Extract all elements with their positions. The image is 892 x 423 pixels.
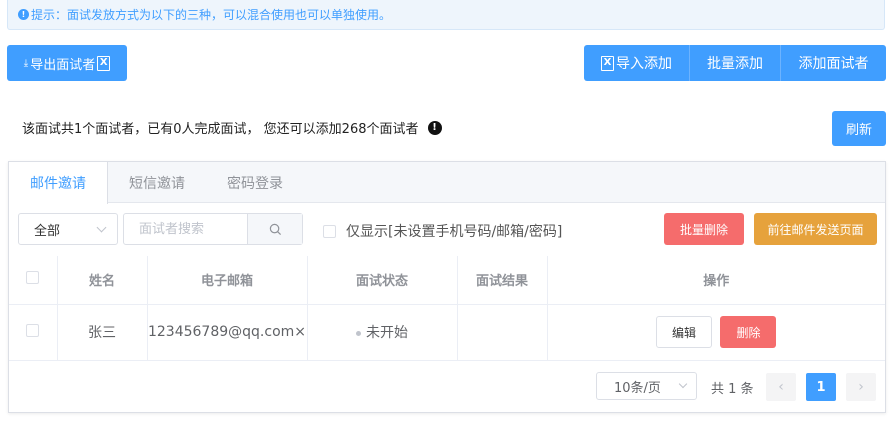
email-text: 123456789@qq.com — [147, 324, 295, 340]
total-count: 共 1 条 — [711, 382, 754, 397]
only-unset-filter[interactable]: 仅显示[未设置手机号码/邮箱/密码] — [323, 221, 562, 241]
delete-button[interactable]: 删除 — [720, 316, 777, 348]
exclamation-icon[interactable]: ! — [427, 120, 442, 135]
search-icon — [269, 223, 281, 235]
header-actions: 操作 — [547, 256, 885, 305]
info-icon: ! — [18, 9, 29, 20]
tip-text: 提示：面试发放方式为以下的三种，可以混合使用也可以单独使用。 — [31, 8, 392, 22]
batch-delete-button[interactable]: 批量删除 — [664, 213, 744, 245]
only-unset-label: 仅显示[未设置手机号码/邮箱/密码] — [346, 224, 563, 240]
page-size-value: 10条/页 — [614, 380, 661, 396]
tab-password-login[interactable]: 密码登录 — [206, 162, 304, 203]
header-status: 面试状态 — [307, 256, 458, 305]
page-size-select[interactable]: 10条/页 — [596, 372, 697, 400]
header-email: 电子邮箱 — [147, 256, 308, 305]
prev-page-button[interactable]: ‹ — [766, 373, 796, 401]
download-icon: ⤓ — [23, 57, 29, 69]
select-all-checkbox[interactable] — [26, 271, 40, 285]
import-button[interactable]: X 导入添加 — [584, 45, 690, 81]
chevron-down-icon — [96, 222, 107, 233]
status-select[interactable]: 全部 — [18, 213, 118, 245]
cell-result — [457, 304, 548, 361]
add-candidate-button[interactable]: 添加面试者 — [781, 45, 886, 81]
status-dot — [356, 330, 361, 336]
cell-name: 张三 — [57, 304, 148, 361]
row-select-cell — [9, 304, 58, 361]
chevron-down-icon — [678, 379, 688, 389]
cell-email: 123456789@qq.com× — [147, 304, 308, 361]
header-result: 面试结果 — [457, 256, 548, 305]
export-label: 导出面试者 — [30, 57, 96, 73]
tip-banner: ! 提示：面试发放方式为以下的三种，可以混合使用也可以单独使用。 — [7, 0, 885, 30]
tab-email-invite[interactable]: 邮件邀请 — [9, 162, 108, 204]
page-number-current[interactable]: 1 — [806, 373, 836, 401]
tab-bar: 邮件邀请 短信邀请 密码登录 — [9, 162, 885, 204]
excel-icon: X — [97, 55, 111, 71]
status-text: 未开始 — [366, 325, 408, 341]
search-input[interactable] — [124, 214, 247, 244]
add-button-group: X 导入添加 批量添加 添加面试者 — [584, 45, 886, 81]
batch-add-button[interactable]: 批量添加 — [690, 45, 781, 81]
row-checkbox[interactable] — [26, 323, 40, 337]
table-header-row: 姓名 电子邮箱 面试状态 面试结果 操作 — [9, 256, 885, 305]
chevron-right-icon: › — [858, 379, 864, 395]
cell-status: 未开始 — [307, 304, 458, 361]
search-button[interactable] — [247, 214, 302, 244]
search-box — [123, 213, 303, 245]
edit-button[interactable]: 编辑 — [656, 316, 713, 348]
summary: 该面试共1个面试者，已有0人完成面试， 您还可以添加268个面试者 ! — [22, 118, 442, 137]
table-row: 张三 123456789@qq.com× 未开始 编辑 删除 — [9, 304, 885, 361]
select-all-cell — [9, 256, 58, 305]
next-page-button[interactable]: › — [846, 373, 876, 401]
summary-text: 该面试共1个面试者，已有0人完成面试， 您还可以添加268个面试者 — [22, 122, 419, 137]
chevron-left-icon: ‹ — [778, 379, 784, 395]
candidate-table: 姓名 电子邮箱 面试状态 面试结果 操作 张三 123456789@qq.com… — [9, 256, 885, 361]
clear-email-icon[interactable]: × — [294, 324, 306, 340]
filter-toolbar: 全部 仅显示[未设置手机号码/邮箱/密码] 批量删除 前往邮件发送页面 — [18, 213, 877, 246]
header-name: 姓名 — [57, 256, 148, 305]
goto-mail-page-button[interactable]: 前往邮件发送页面 — [754, 213, 877, 245]
pagination: 10条/页 共 1 条 ‹ 1 › — [9, 372, 885, 402]
only-unset-checkbox[interactable] — [323, 224, 336, 238]
import-label: 导入添加 — [616, 56, 672, 72]
invite-panel: 邮件邀请 短信邀请 密码登录 全部 仅显示[未设置手机号码/邮箱/密码] 批量删… — [8, 161, 886, 413]
export-button[interactable]: ⤓ 导出面试者 X — [7, 45, 127, 81]
cell-actions: 编辑 删除 — [547, 304, 885, 361]
tab-sms-invite[interactable]: 短信邀请 — [108, 162, 206, 203]
status-select-value: 全部 — [34, 223, 61, 239]
refresh-button[interactable]: 刷新 — [832, 111, 886, 146]
excel-icon: X — [601, 55, 614, 71]
